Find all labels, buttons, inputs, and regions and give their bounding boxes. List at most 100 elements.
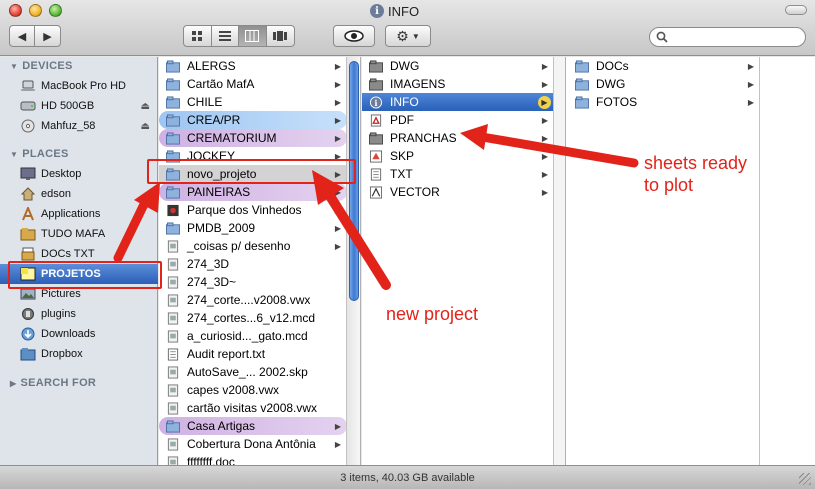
list-item[interactable]: a_curiosid..._gato.mcd (159, 327, 346, 345)
resize-grip[interactable] (799, 473, 811, 485)
list-item-label: IMAGENS (390, 77, 446, 91)
forward-button[interactable]: ▶ (35, 26, 60, 46)
list-item[interactable]: ffffffff.doc (159, 453, 346, 465)
sidebar-section-label: SEARCH FOR (20, 377, 97, 389)
pdf-icon (370, 113, 382, 127)
sidebar-section-devices[interactable]: ▼ DEVICES (10, 60, 73, 72)
list-item[interactable]: DWG ▶ (566, 75, 759, 93)
back-arrow-icon: ◀ (17, 30, 27, 43)
sidebar-item-macbook-pro-hd[interactable]: MacBook Pro HD (0, 76, 158, 96)
list-item[interactable]: PAINEIRAS ▶ (159, 183, 346, 201)
list-item[interactable]: FOTOS ▶ (566, 93, 759, 111)
zoom-window-button[interactable] (49, 4, 62, 17)
sidebar-item-label: MacBook Pro HD (41, 80, 126, 92)
search-input[interactable] (672, 31, 802, 43)
list-item[interactable]: SKP ▶ (362, 147, 553, 165)
file-icon (167, 293, 179, 307)
list-item-label: 274_cortes...6_v12.mcd (187, 311, 316, 325)
sidebar-item-mahfuz-58[interactable]: Mahfuz_58 ⏏ (0, 116, 158, 136)
sidebar-section-search-for[interactable]: ▶ SEARCH FOR (10, 377, 96, 389)
list-item[interactable]: DOCs ▶ (566, 57, 759, 75)
list-view-button[interactable] (212, 26, 239, 46)
list-item[interactable]: i INFO ▶ (362, 93, 553, 111)
list-item[interactable]: Cobertura Dona Antônia ▶ (159, 435, 346, 453)
home-icon (20, 187, 36, 201)
eject-icon[interactable]: ⏏ (141, 101, 150, 112)
file-icon (167, 401, 179, 415)
column-novo-projeto: DWG ▶ IMAGENS ▶ i INFO ▶ PDF ▶ PRANCHAS ▶ SKP ▶ TXT ▶ V… (362, 57, 554, 465)
toolbar-toggle-button[interactable] (785, 5, 807, 15)
list-item[interactable]: 274_cortes...6_v12.mcd (159, 309, 346, 327)
list-item[interactable]: 274_corte....v2008.vwx (159, 291, 346, 309)
action-menu-button[interactable]: ⚙ ▼ (385, 25, 431, 47)
sidebar-item-tudo-mafa[interactable]: TUDO MAFA (0, 224, 158, 244)
folder-icon (20, 228, 36, 241)
list-item[interactable]: AutoSave_... 2002.skp (159, 363, 346, 381)
back-button[interactable]: ◀ (10, 26, 36, 46)
list-item[interactable]: 274_3D (159, 255, 346, 273)
list-item[interactable]: Casa Artigas ▶ (159, 417, 346, 435)
sidebar-item-downloads[interactable]: Downloads (0, 324, 158, 344)
list-item-label: CHILE (187, 95, 223, 109)
list-item[interactable]: CREA/PR ▶ (159, 111, 346, 129)
sidebar-item-label: Applications (41, 208, 101, 220)
disclosure-arrow-icon: ▶ (541, 115, 548, 125)
sidebar-item-plugins[interactable]: plugins (0, 304, 158, 324)
coverflow-view-button[interactable] (267, 26, 294, 46)
column-novo-projeto-scrollbar[interactable] (554, 57, 566, 465)
list-item[interactable]: IMAGENS ▶ (362, 75, 553, 93)
file-icon (167, 383, 179, 397)
list-item-label: PMDB_2009 (187, 221, 256, 235)
list-item-label: TXT (390, 167, 413, 181)
sidebar-item-label: edson (41, 188, 71, 200)
sidebar-item-label: Dropbox (41, 348, 83, 360)
icon-view-button[interactable] (184, 26, 212, 46)
list-item[interactable]: _coisas p/ desenho ▶ (159, 237, 346, 255)
list-item[interactable]: Parque dos Vinhedos ▶ (159, 201, 346, 219)
list-item[interactable]: 274_3D~ (159, 273, 346, 291)
close-window-button[interactable] (9, 4, 22, 17)
disclosure-triangle-icon: ▼ (10, 149, 19, 159)
list-item[interactable]: Audit report.txt (159, 345, 346, 363)
list-item[interactable]: PMDB_2009 ▶ (159, 219, 346, 237)
list-item[interactable]: Cartão MafA ▶ (159, 75, 346, 93)
vector-icon (369, 185, 383, 199)
list-item[interactable]: CHILE ▶ (159, 93, 346, 111)
list-item[interactable]: ALERGS ▶ (159, 57, 346, 75)
list-item[interactable]: PDF ▶ (362, 111, 553, 129)
disclosure-arrow-icon: ▶ (334, 79, 341, 89)
disclosure-arrow-icon: ▶ (334, 205, 341, 215)
sidebar-item-applications[interactable]: Applications (0, 204, 158, 224)
window-title: i INFO (370, 3, 419, 19)
sidebar-item-desktop[interactable]: Desktop (0, 164, 158, 184)
list-item[interactable]: VECTOR ▶ (362, 183, 553, 201)
sidebar-item-hd-500gb[interactable]: HD 500GB ⏏ (0, 96, 158, 116)
file-icon (167, 455, 179, 465)
disclosure-arrow-icon: ▶ (334, 241, 341, 251)
info-folder-icon: i (369, 95, 383, 109)
list-item[interactable]: capes v2008.vwx (159, 381, 346, 399)
list-item[interactable]: TXT ▶ (362, 165, 553, 183)
list-item[interactable]: DWG ▶ (362, 57, 553, 75)
sidebar-item-dropbox[interactable]: Dropbox (0, 344, 158, 364)
list-item-label: Audit report.txt (187, 347, 266, 361)
novo-projeto-callout-box (147, 159, 356, 184)
status-bar: 3 items, 40.03 GB available (0, 465, 815, 489)
disclosure-arrow-icon: ▶ (334, 223, 341, 233)
list-item[interactable]: CREMATORIUM ▶ (159, 129, 346, 147)
list-item[interactable]: PRANCHAS ▶ (362, 129, 553, 147)
column-view-button[interactable] (239, 26, 267, 46)
sidebar-section-places[interactable]: ▼ PLACES (10, 148, 69, 160)
sidebar-item-label: Pictures (41, 288, 81, 300)
eject-icon[interactable]: ⏏ (141, 121, 150, 132)
minimize-window-button[interactable] (29, 4, 42, 17)
back-forward-control: ◀ ▶ (9, 25, 61, 47)
laptop-icon (21, 80, 35, 91)
quick-look-button[interactable] (333, 25, 375, 47)
list-item[interactable]: cartão visitas v2008.vwx (159, 399, 346, 417)
sidebar-item-edson[interactable]: edson (0, 184, 158, 204)
disclosure-arrow-icon: ▶ (334, 187, 341, 197)
search-field[interactable] (649, 27, 806, 47)
column-projetos-scrollbar[interactable] (347, 57, 361, 465)
file-icon (167, 275, 179, 289)
